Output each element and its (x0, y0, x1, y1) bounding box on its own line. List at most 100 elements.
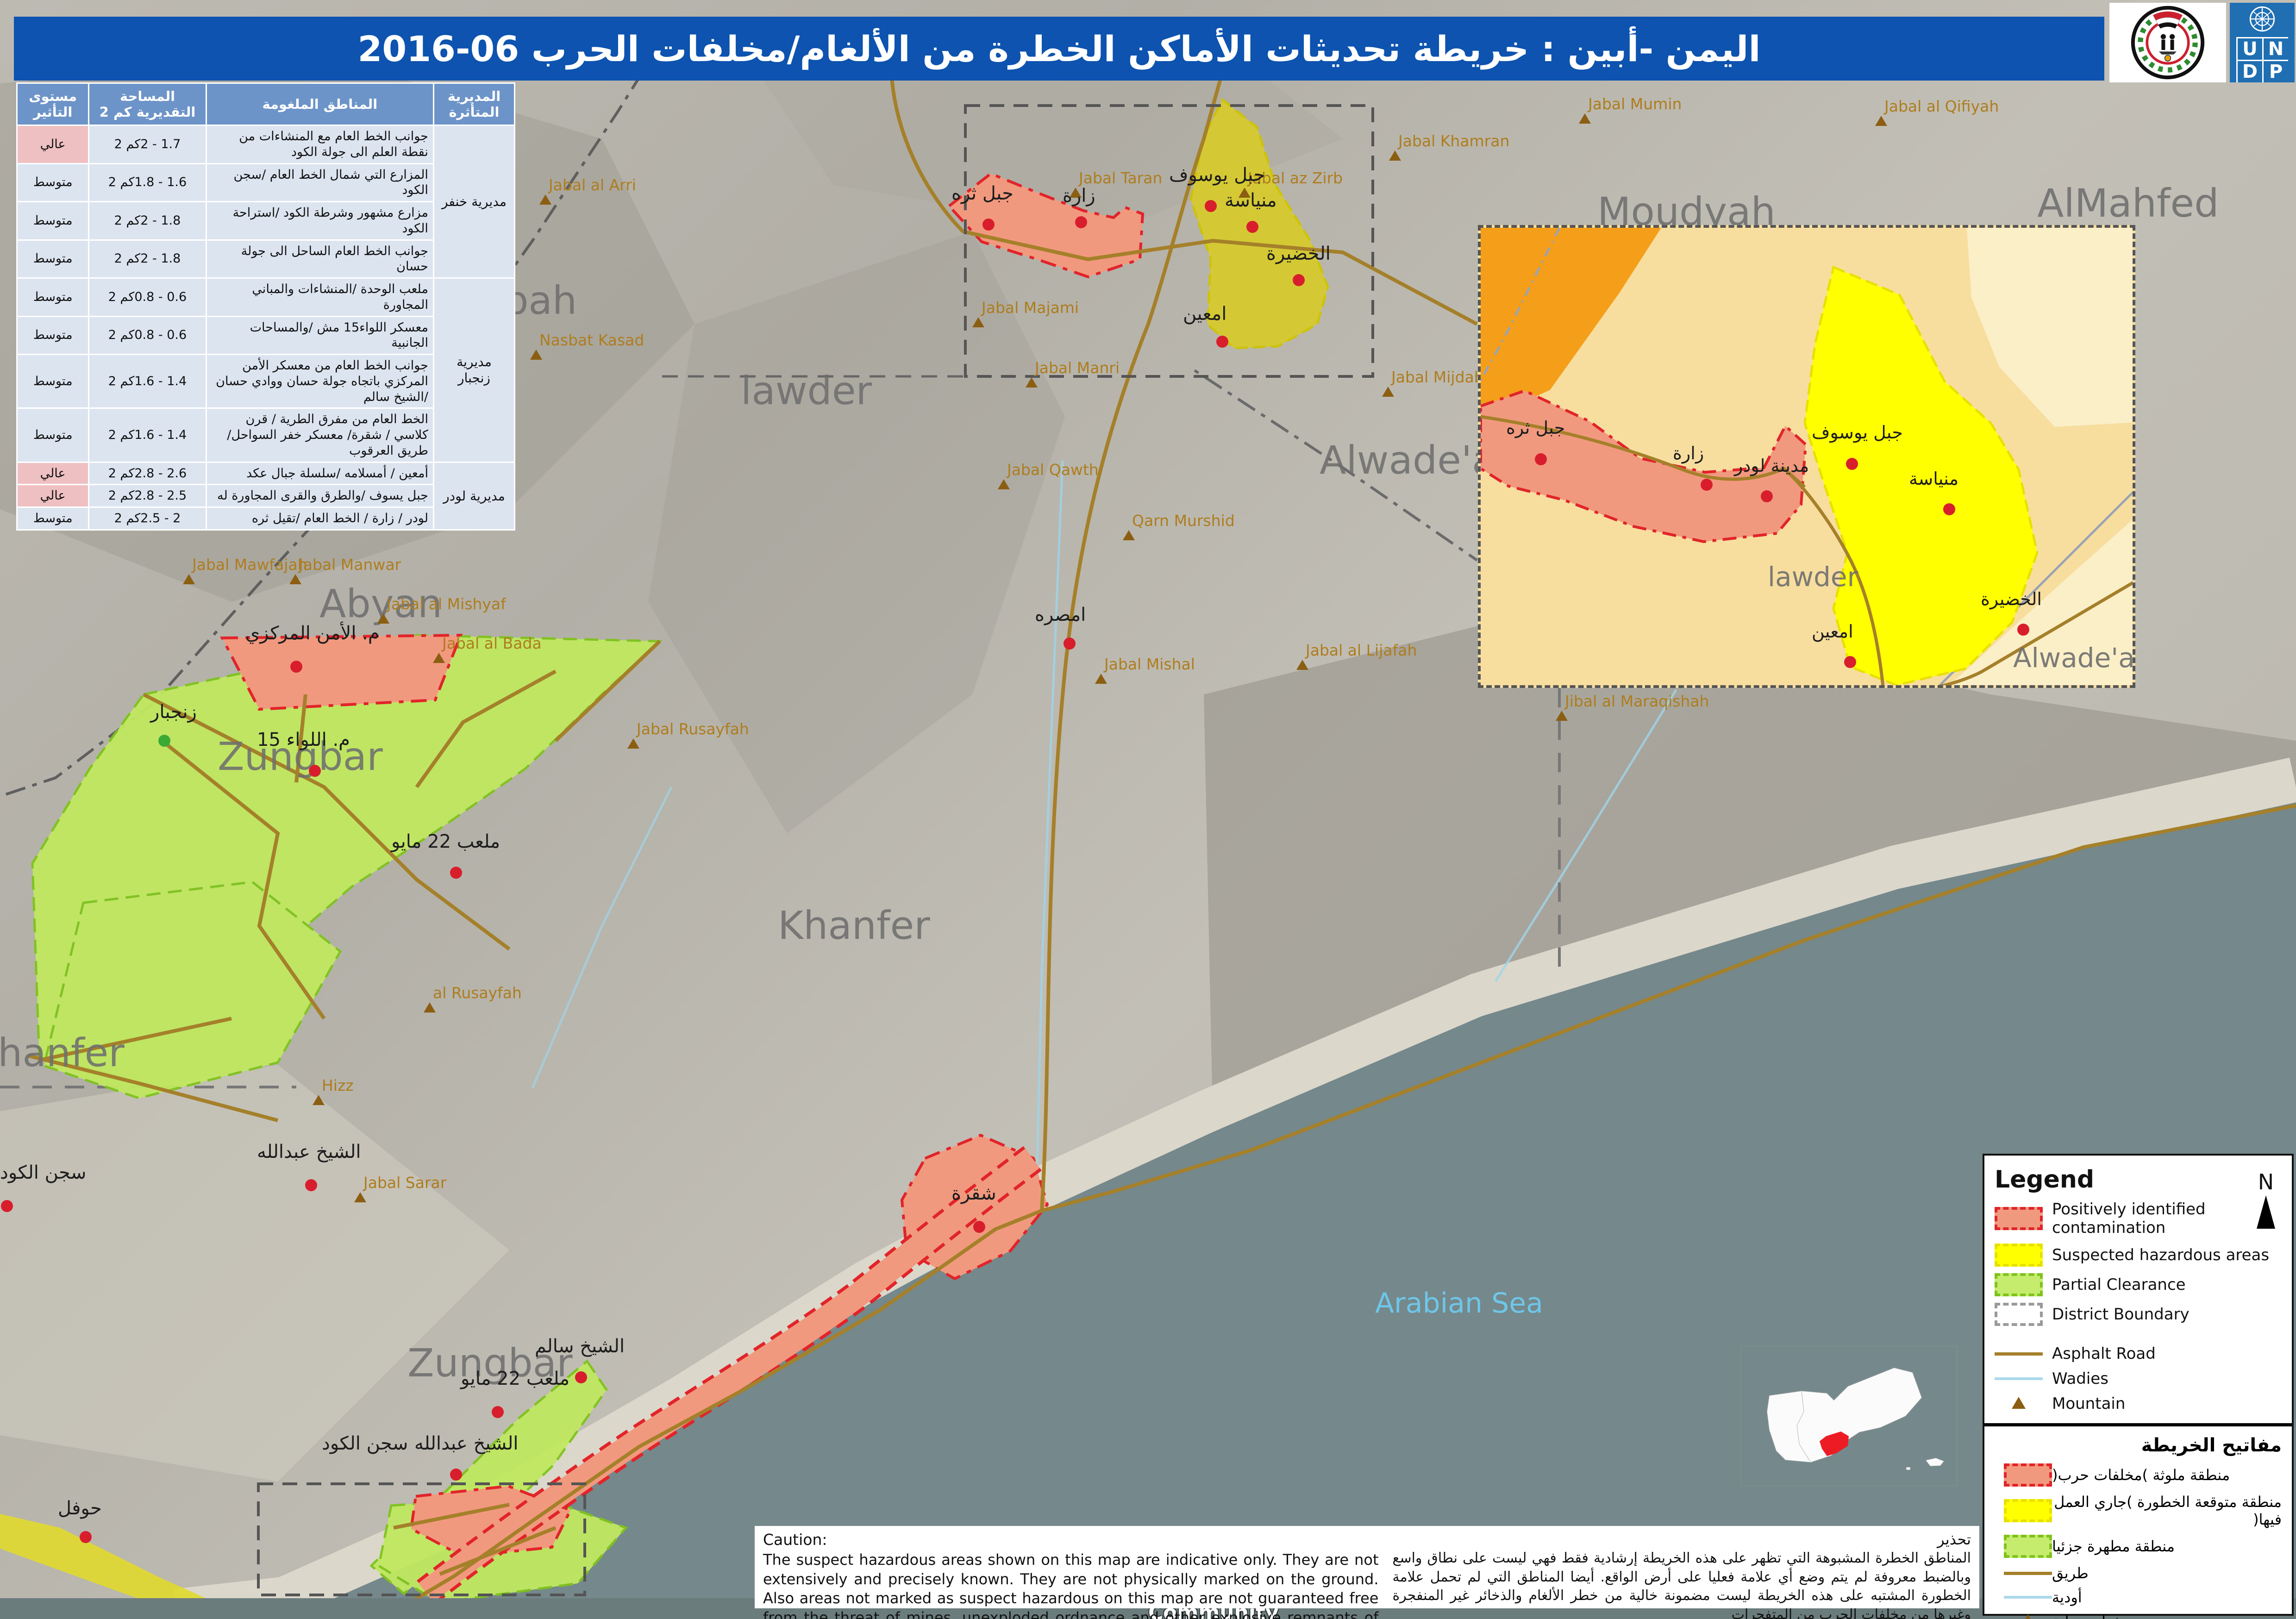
mined-area-cell: معسكر اللواء15 مش /والمساحات الجانبية (206, 316, 433, 355)
impact-level-cell: متوسط (17, 202, 89, 240)
legend-item: أودية (1995, 1588, 2282, 1606)
district-cell: مديرية خنفر (433, 125, 514, 278)
mountain-label: Jabal Manwar (299, 556, 401, 574)
table-column-header: المناطق الملغومة (206, 83, 433, 125)
mountain-marker-icon (289, 574, 301, 584)
place-label: امعين (1812, 621, 1853, 642)
mountain-label: Jibal al Maraqishah (1565, 692, 1709, 710)
place-label: منياسة (1909, 469, 1958, 489)
mountain-marker-icon (1123, 530, 1135, 540)
mountain-label: Jabal Taran (1079, 169, 1162, 187)
north-arrow: N (2257, 1169, 2275, 1229)
impact-level-cell: عالي (17, 125, 89, 164)
place-label: امصره (1035, 604, 1086, 625)
area-size-cell: 2 - 2.5كم 2 (89, 507, 206, 530)
mountain-marker-icon (1095, 674, 1107, 684)
area-size-cell: 2.6 - 2.8كم 2 (89, 462, 206, 485)
district-label: Alwade'a (2013, 642, 2135, 674)
legend-item: مرتفعات جبلية (1995, 1613, 2282, 1619)
mountain-marker-icon (1296, 660, 1308, 670)
bound-swatch-icon (1995, 1303, 2043, 1326)
legend-item-label: طريق (2052, 1564, 2089, 1582)
legend-item: منطقة ملوثة )مخلفات حرب( (1995, 1463, 2282, 1487)
village-dot (982, 219, 995, 231)
legend-divider (1984, 1423, 2292, 1426)
impact-level-cell: متوسط (17, 278, 89, 317)
legend-item-label: أودية (2052, 1588, 2082, 1606)
mountain-label: Jabal Sarar (363, 1174, 446, 1192)
village-dot (2017, 624, 2029, 636)
mined-area-cell: جبل يسوف /والطرق والقرى المجاورة له (206, 485, 433, 507)
village-dot (1701, 479, 1713, 491)
undp-letter: N (2262, 37, 2288, 60)
legend-item: طريق (1995, 1564, 2282, 1582)
place-label: منياسة (1225, 190, 1277, 211)
sea-label: Arabian Sea (1375, 1287, 1543, 1319)
mountain-label: al Rusayfah (433, 984, 522, 1002)
place-label: حوفل (58, 1498, 102, 1519)
table-column-header: المديرية المتأثرة (433, 83, 514, 125)
legend-ar-title: مفاتيح الخريطة (1995, 1435, 2282, 1456)
mountain-marker-icon (313, 1095, 325, 1105)
impact-level-cell: متوسط (17, 316, 89, 355)
place-label: زارة (1673, 443, 1704, 463)
green-swatch-icon (1995, 1273, 2043, 1296)
place-label: سجن الكود (322, 1433, 408, 1454)
legend-item-label: منطقة ملوثة )مخلفات حرب( (2052, 1466, 2230, 1484)
legend-item-label: District Boundary (2052, 1305, 2190, 1324)
table-row: مديرية خنفرجوانب الخط العام مع المنشاءات… (17, 125, 515, 164)
mountain-label: Jabal al Arri (549, 176, 636, 194)
village-dot (1293, 274, 1305, 286)
area-size-cell: 2.5 - 2.8كم 2 (89, 485, 206, 507)
legend-item: Mountain (1995, 1394, 2282, 1413)
place-label: الشيخ عبدالله (257, 1141, 361, 1163)
north-label: N (2257, 1169, 2275, 1194)
place-label: شقرة (951, 1183, 996, 1204)
mountain-marker-icon (1389, 150, 1401, 161)
undp-letter: P (2262, 60, 2288, 82)
mined-area-cell: أمعين / أمسلامه /سلسلة جبال عكد (206, 462, 433, 485)
mountain-triangle-icon (1995, 1397, 2043, 1411)
legend-item-label: مرتفعات جبلية (2052, 1613, 2141, 1619)
area-size-cell: 0.6 - 0.8كم 2 (89, 278, 206, 317)
impact-level-cell: عالي (17, 462, 89, 485)
table-row: مديرية زنجبارملعب الوحدة /المنشاءات والم… (17, 278, 515, 317)
yemac-emblem-icon (2131, 6, 2205, 80)
mined-area-cell: جوانب الخط العام مع المنشاءات من نقطة ال… (206, 125, 433, 164)
mountain-marker-icon (627, 738, 639, 749)
place-label: الخضيرة (1266, 243, 1331, 264)
place-label: ملعب 22 مايو (461, 1368, 569, 1389)
impact-level-cell: متوسط (17, 408, 89, 462)
legend-title: Legend (1995, 1166, 2282, 1194)
area-size-cell: 1.4 - 1.6كم 2 (89, 355, 206, 408)
village-dot (1844, 656, 1856, 668)
legend-item-label: Mountain (2052, 1394, 2125, 1413)
mountain-marker-icon (972, 317, 984, 327)
mountain-label: Hizz (322, 1076, 354, 1094)
place-label: جبل ثره (951, 183, 1013, 204)
village-dot (80, 1531, 92, 1543)
village-dot (1216, 336, 1228, 348)
area-size-cell: 1.8 - 2كم 2 (89, 240, 206, 278)
mountain-marker-icon (1026, 377, 1038, 388)
impact-level-cell: متوسط (17, 163, 89, 202)
place-label: م. الأمن المركزي (245, 623, 380, 644)
mountain-label: Jabal Khamran (1398, 132, 1509, 150)
undp-logo: UNDP (2230, 3, 2295, 82)
caution-ar-title: تحذير (1392, 1531, 1971, 1548)
mined-area-cell: مزارع مشهور وشرطة الكود /استراحة الكود (206, 202, 433, 240)
mountain-label: Nasbat Kasad (539, 331, 644, 349)
impact-level-cell: عالي (17, 485, 89, 507)
place-label: ملعب 22 مايو (391, 831, 500, 852)
un-emblem-icon (2241, 3, 2283, 35)
hazard-table: المديرية المتأثرةالمناطق الملغومةالمساحة… (16, 82, 515, 531)
mountain-marker-icon (530, 350, 542, 360)
legend-item-label: Wadies (2052, 1369, 2108, 1388)
undp-letter: U (2236, 37, 2262, 60)
yellow-swatch-icon (1995, 1244, 2043, 1267)
yemen-locator-map (1740, 1345, 1958, 1487)
legend-box: N Legend Positively identified contamina… (1983, 1154, 2294, 1616)
mountain-label: Jabal al Qifiyah (1884, 97, 1999, 115)
area-size-cell: 1.4 - 1.6كم 2 (89, 408, 206, 462)
district-cell: مديرية زنجبار (433, 278, 514, 463)
